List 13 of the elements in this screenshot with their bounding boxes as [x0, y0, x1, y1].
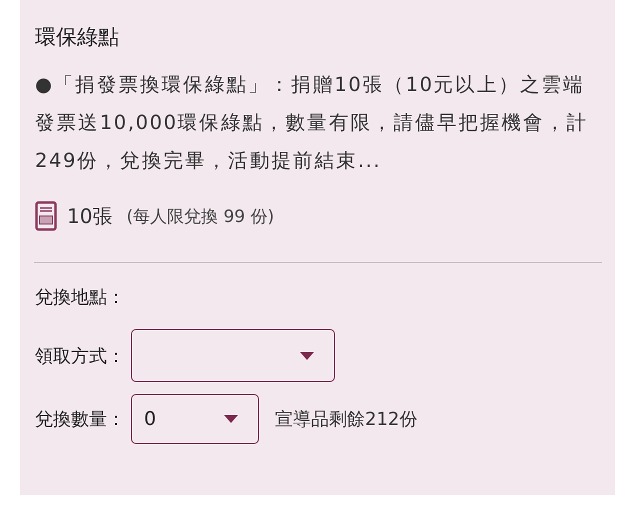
remaining-text: 宣導品剩餘212份 [275, 408, 418, 431]
quantity-label: 兌換數量： [35, 408, 125, 431]
location-label: 兌換地點： [35, 286, 125, 309]
cost-amount: 10張 [67, 202, 112, 230]
card-title: 環保綠點 [35, 24, 120, 51]
pickup-label: 領取方式： [35, 344, 125, 368]
caret-icon [224, 415, 238, 423]
pickup-select[interactable] [131, 329, 335, 382]
quantity-select[interactable]: 0 [131, 394, 259, 444]
description-text: ●「捐發票換環保綠點」：捐贈10張（10元以上）之雲端發票送10,000環保綠點，數量有限，請儘早把握機會，計249份，兌換完畢，活動提前結束... [35, 72, 590, 174]
caret-icon [300, 352, 314, 360]
limit-note: (每人限兌換 99 份) [126, 206, 274, 228]
invoice-icon [35, 201, 57, 231]
